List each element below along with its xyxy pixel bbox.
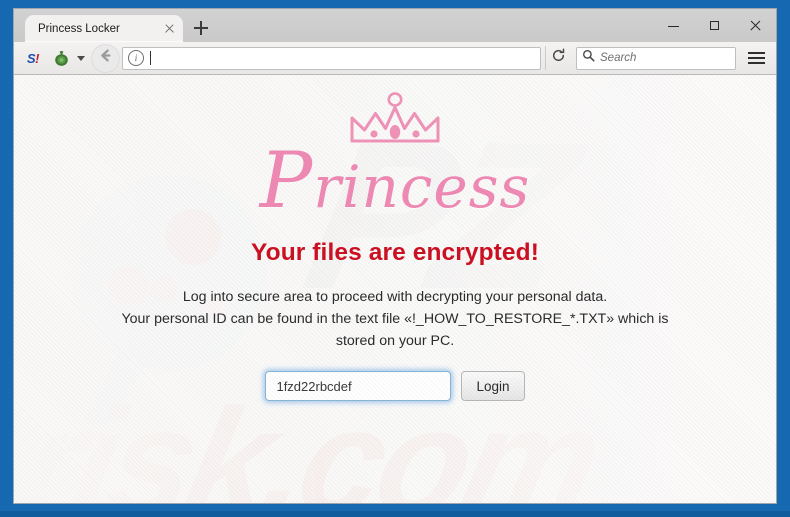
instructions-line-1: Log into secure area to proceed with dec… <box>182 289 608 306</box>
address-bar[interactable]: i <box>122 46 541 70</box>
personal-id-input[interactable] <box>265 371 452 402</box>
chevron-down-icon <box>77 55 85 61</box>
minimize-button[interactable] <box>653 9 694 42</box>
hamburger-menu-icon <box>747 51 765 54</box>
princess-logo-text: Princess <box>14 142 776 220</box>
address-bar-caret <box>150 51 151 65</box>
new-tab-button[interactable] <box>188 15 214 41</box>
login-button[interactable]: Login <box>461 371 525 402</box>
close-icon <box>750 20 761 31</box>
search-input[interactable]: Search <box>600 52 636 64</box>
page-title: Your files are encrypted! <box>251 239 539 267</box>
noscript-s-letter: S <box>26 50 36 66</box>
tab-strip: Princess Locker <box>14 9 776 42</box>
instructions-line-2: Your personal ID can be found in the tex… <box>121 311 669 328</box>
reload-icon <box>551 48 566 68</box>
site-info-icon[interactable]: i <box>128 50 144 66</box>
search-icon <box>582 49 595 67</box>
maximize-button[interactable] <box>694 9 735 42</box>
ransom-note: Princess Your files are encrypted! Log i… <box>14 75 776 402</box>
reload-button[interactable] <box>545 46 570 70</box>
window-controls <box>653 9 776 42</box>
back-arrow-icon <box>98 48 113 68</box>
instructions-line-3: stored on your PC. <box>335 333 455 350</box>
logo-initial: P <box>259 136 314 226</box>
page-content: PZ risk.com Princess Your files are encr… <box>14 75 776 503</box>
hamburger-menu-button[interactable] <box>742 45 770 71</box>
close-window-button[interactable] <box>735 9 776 42</box>
close-tab-icon[interactable] <box>162 21 177 36</box>
tor-onion-button[interactable] <box>48 45 85 71</box>
minimize-icon <box>668 20 679 31</box>
onion-icon <box>48 45 74 71</box>
desktop-background: Princess Locker S! i Search PZ risk.com … <box>0 0 790 517</box>
browser-tab[interactable]: Princess Locker <box>25 15 183 42</box>
crown-icon <box>350 92 440 143</box>
logo-rest: rincess <box>313 153 531 221</box>
maximize-icon <box>709 20 720 31</box>
instructions-text: Log into secure area to proceed with dec… <box>14 286 776 352</box>
browser-window: Princess Locker S! i Search PZ risk.com … <box>14 9 776 503</box>
back-button[interactable] <box>91 43 120 73</box>
navigation-toolbar: S! i Search <box>14 42 776 75</box>
noscript-icon[interactable]: S! <box>20 45 46 71</box>
search-box[interactable]: Search <box>576 46 736 70</box>
noscript-bang: ! <box>35 50 39 66</box>
tab-title: Princess Locker <box>38 22 120 35</box>
login-form: Login <box>14 371 776 402</box>
